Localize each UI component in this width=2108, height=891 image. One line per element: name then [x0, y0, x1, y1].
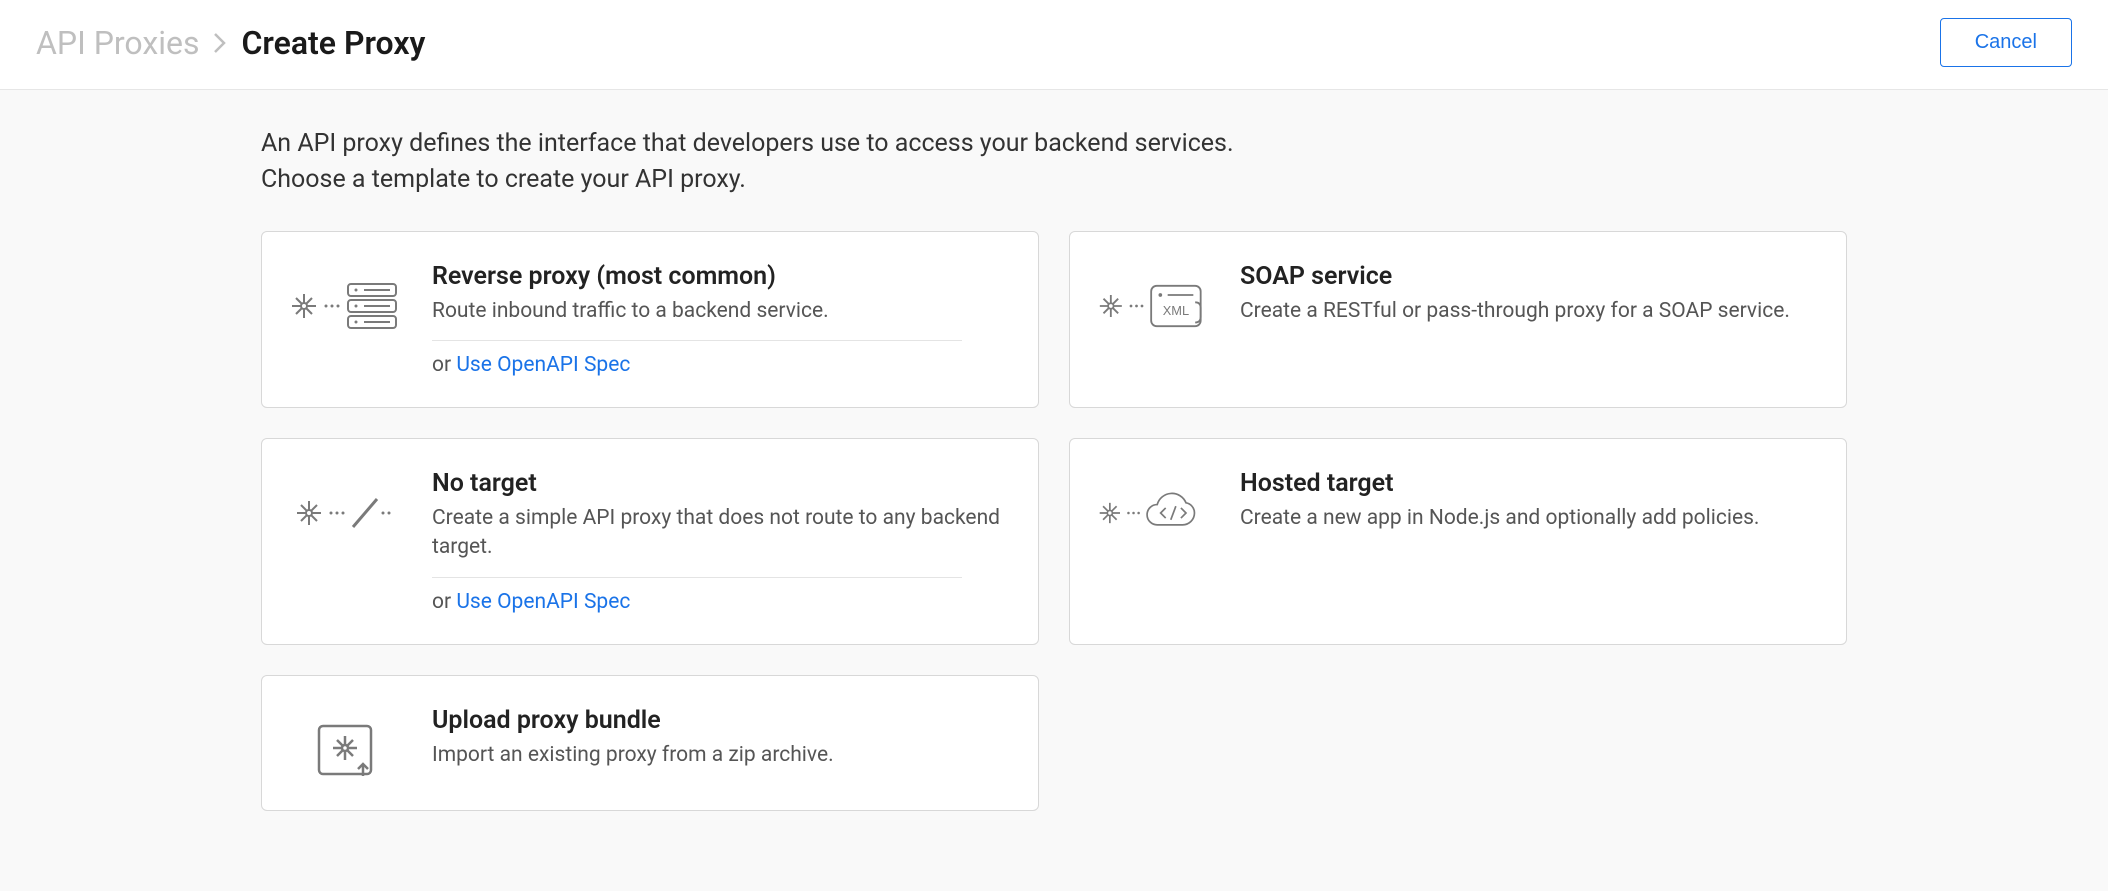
svg-text:XML: XML	[1163, 303, 1189, 318]
reverse-proxy-icon	[290, 262, 400, 336]
card-link-row: or Use OpenAPI Spec	[432, 353, 1004, 377]
card-soap-service[interactable]: XML SOAP service Create a RESTful or pas…	[1069, 231, 1847, 408]
card-reverse-proxy[interactable]: Reverse proxy (most common) Route inboun…	[261, 231, 1039, 408]
card-desc: Create a RESTful or pass-through proxy f…	[1240, 297, 1812, 326]
no-target-icon	[290, 469, 400, 543]
breadcrumb: API Proxies Create Proxy	[36, 24, 425, 62]
intro-line-1: An API proxy defines the interface that …	[261, 129, 1234, 158]
card-title: SOAP service	[1240, 262, 1812, 291]
use-openapi-link[interactable]: Use OpenAPI Spec	[456, 353, 630, 377]
card-title: Hosted target	[1240, 469, 1812, 498]
card-desc: Route inbound traffic to a backend servi…	[432, 297, 1004, 326]
card-upload-bundle[interactable]: Upload proxy bundle Import an existing p…	[261, 675, 1039, 811]
cancel-button[interactable]: Cancel	[1940, 18, 2072, 67]
chevron-right-icon	[213, 32, 227, 54]
card-hosted-target[interactable]: Hosted target Create a new app in Node.j…	[1069, 438, 1847, 645]
or-text: or	[432, 590, 456, 614]
card-link-row: or Use OpenAPI Spec	[432, 590, 1004, 614]
card-no-target[interactable]: No target Create a simple API proxy that…	[261, 438, 1039, 645]
card-title: Upload proxy bundle	[432, 706, 1004, 735]
card-desc: Import an existing proxy from a zip arch…	[432, 741, 1004, 770]
or-text: or	[432, 353, 456, 377]
intro-line-2: Choose a template to create your API pro…	[261, 165, 746, 194]
breadcrumb-current: Create Proxy	[241, 24, 425, 62]
card-desc: Create a simple API proxy that does not …	[432, 504, 1004, 563]
hosted-target-icon	[1098, 469, 1208, 543]
breadcrumb-parent[interactable]: API Proxies	[36, 24, 199, 62]
divider	[432, 577, 962, 578]
card-title: Reverse proxy (most common)	[432, 262, 1004, 291]
soap-service-icon: XML	[1098, 262, 1208, 336]
card-title: No target	[432, 469, 1004, 498]
cards-grid: Reverse proxy (most common) Route inboun…	[261, 231, 1847, 811]
page-header: API Proxies Create Proxy Cancel	[0, 0, 2108, 90]
upload-bundle-icon	[290, 706, 400, 780]
divider	[432, 340, 962, 341]
main-area: An API proxy defines the interface that …	[0, 90, 2108, 891]
use-openapi-link[interactable]: Use OpenAPI Spec	[456, 590, 630, 614]
card-desc: Create a new app in Node.js and optional…	[1240, 504, 1812, 533]
intro-text: An API proxy defines the interface that …	[261, 126, 1847, 199]
